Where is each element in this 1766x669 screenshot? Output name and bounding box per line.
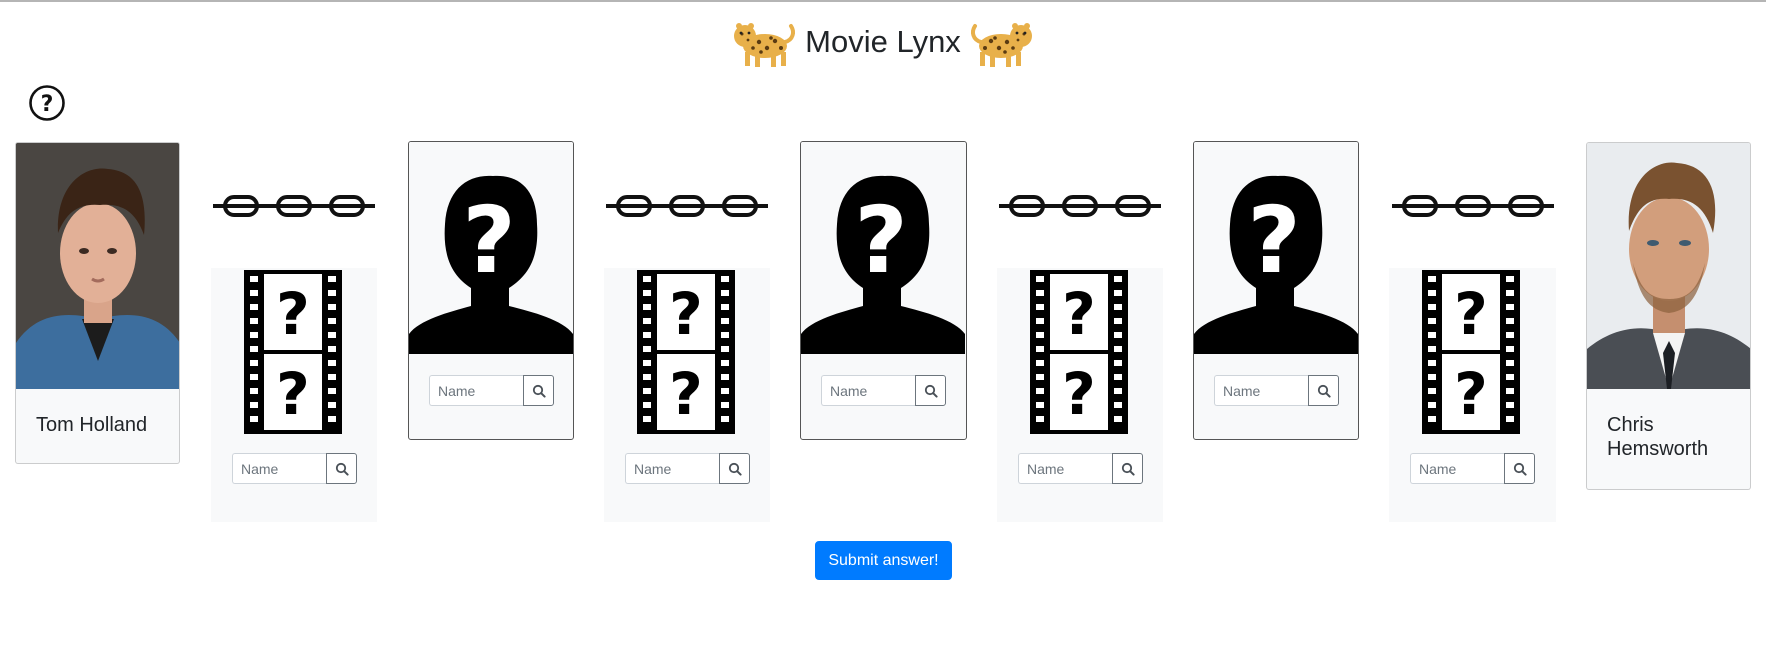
actor-name-input[interactable] (821, 375, 915, 406)
unknown-person-icon (801, 142, 965, 354)
actor-search-group (1214, 375, 1339, 406)
movie-search-button[interactable] (719, 453, 750, 484)
unknown-film-icon (1030, 270, 1128, 434)
start-actor-name: Tom Holland (36, 414, 148, 436)
chain-link-icon (1392, 192, 1554, 220)
actor-name-input[interactable] (1214, 375, 1308, 406)
movie-name-input[interactable] (232, 453, 326, 484)
actor-photo-chris-hemsworth (1587, 143, 1750, 389)
movie-name-input[interactable] (1018, 453, 1112, 484)
movie-card-3 (997, 268, 1163, 522)
top-border (0, 0, 1766, 2)
end-actor-card: Chris Hemsworth (1586, 142, 1751, 490)
actor-search-button[interactable] (915, 375, 946, 406)
search-icon (1121, 462, 1135, 476)
page-title: Movie Lynx (805, 24, 961, 59)
unknown-film-icon (1422, 270, 1520, 434)
chain-link-icon (999, 192, 1161, 220)
movie-name-input[interactable] (1410, 453, 1504, 484)
submit-answer-button[interactable]: Submit answer! (815, 541, 952, 580)
leopard-icon-right (969, 14, 1035, 70)
movie-search-group (232, 453, 357, 484)
search-icon (335, 462, 349, 476)
unknown-film-icon (637, 270, 735, 434)
unknown-person-icon (409, 142, 573, 354)
unknown-actor-card-3 (1193, 141, 1359, 440)
chain-link-icon (213, 192, 375, 220)
chain-link-icon (606, 192, 768, 220)
unknown-person-icon (1194, 142, 1358, 354)
search-icon (1317, 384, 1331, 398)
search-icon (924, 384, 938, 398)
actor-search-button[interactable] (1308, 375, 1339, 406)
unknown-film-icon (244, 270, 342, 434)
movie-name-input[interactable] (625, 453, 719, 484)
search-icon (532, 384, 546, 398)
movie-card-4 (1389, 268, 1556, 522)
movie-card-1 (211, 268, 377, 522)
search-icon (1513, 462, 1527, 476)
svg-text:?: ? (41, 92, 54, 117)
movie-search-button[interactable] (326, 453, 357, 484)
unknown-actor-card-1 (408, 141, 574, 440)
movie-search-button[interactable] (1504, 453, 1535, 484)
help-question-icon[interactable]: ? (28, 84, 66, 122)
leopard-icon-left (731, 14, 797, 70)
search-icon (728, 462, 742, 476)
movie-search-group (1018, 453, 1143, 484)
movie-search-group (1410, 453, 1535, 484)
movie-search-button[interactable] (1112, 453, 1143, 484)
start-actor-card: Tom Holland (15, 142, 180, 464)
actor-name-input[interactable] (429, 375, 523, 406)
actor-search-button[interactable] (523, 375, 554, 406)
actor-photo-tom-holland (16, 143, 179, 389)
actor-search-group (429, 375, 554, 406)
movie-search-group (625, 453, 750, 484)
end-actor-name: Chris Hemsworth (1607, 414, 1709, 460)
unknown-actor-card-2 (800, 141, 967, 440)
actor-search-group (821, 375, 946, 406)
movie-card-2 (604, 268, 770, 522)
page-header: Movie Lynx (0, 14, 1766, 70)
